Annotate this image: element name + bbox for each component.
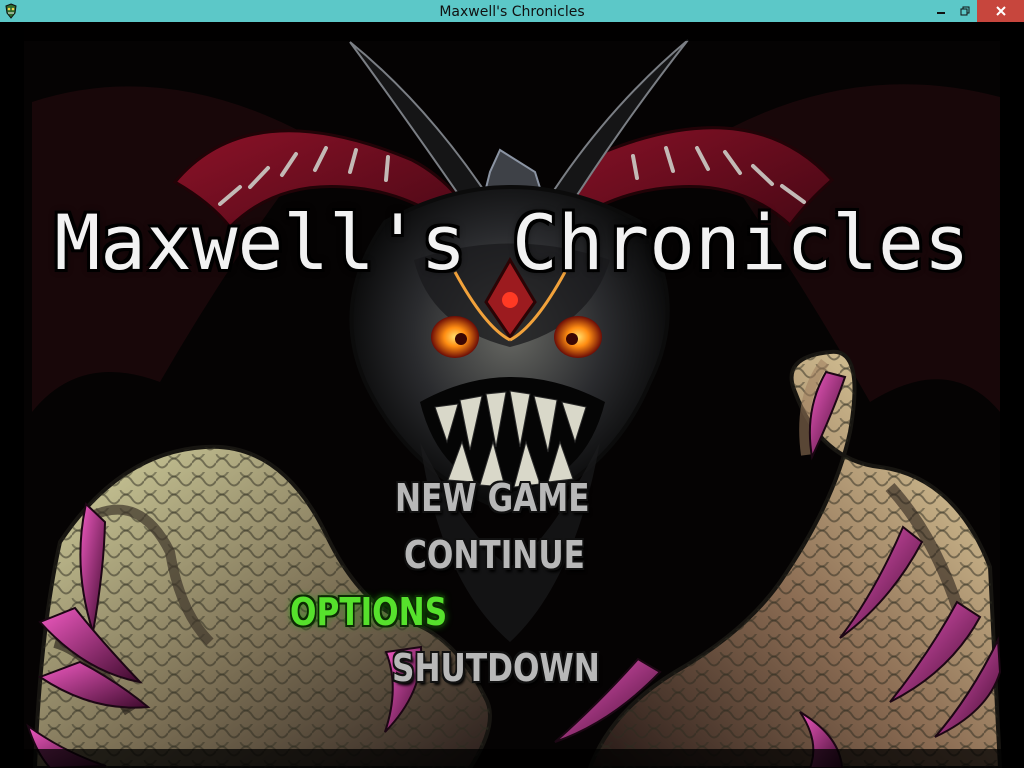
game-canvas[interactable]: Maxwell's Chronicles NEW GAME CONTINUE O… [0,22,1024,768]
restore-button[interactable] [953,0,977,22]
title-bar[interactable]: Maxwell's Chronicles [0,0,1024,22]
app-icon[interactable] [3,3,19,19]
minimize-button[interactable] [929,0,953,22]
minimize-icon [937,12,945,14]
game-window: Maxwell's Chronicles Maxwell's Chronicle… [0,0,1024,768]
window-controls [929,0,1024,22]
menu-options[interactable]: OPTIONS [290,590,447,634]
menu-continue[interactable]: CONTINUE [404,533,585,577]
restore-icon [960,6,970,16]
close-icon [995,6,1006,16]
close-button[interactable] [977,0,1024,22]
main-menu: NEW GAME CONTINUE OPTIONS SHUTDOWN [0,22,1024,768]
menu-new-game[interactable]: NEW GAME [395,476,590,520]
window-title: Maxwell's Chronicles [439,4,585,20]
menu-shutdown[interactable]: SHUTDOWN [392,646,600,690]
